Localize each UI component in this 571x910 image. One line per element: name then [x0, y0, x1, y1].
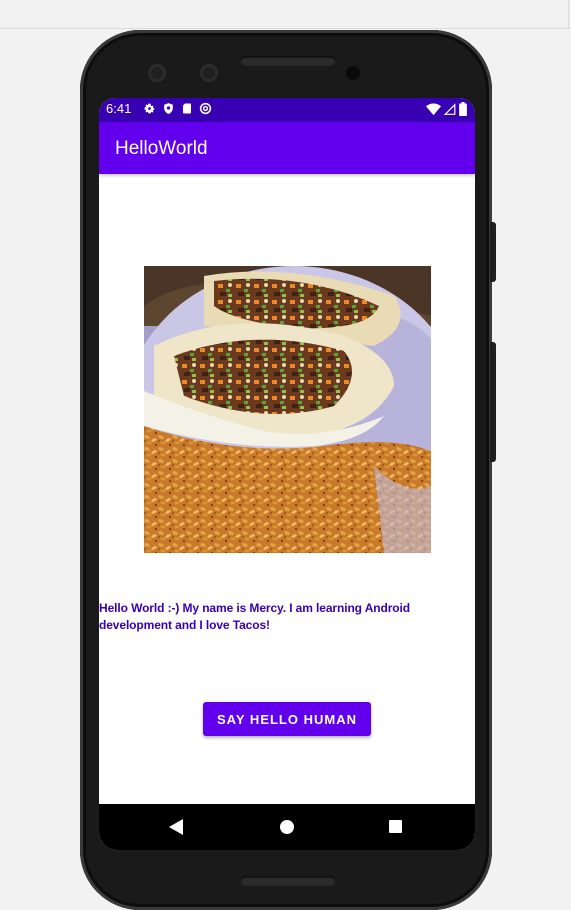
status-icons-left: [143, 102, 212, 115]
device-screen: 6:41 HelloWorld Hello World:-) My name …: [99, 98, 475, 850]
sd-card-icon: [183, 103, 191, 114]
home-icon[interactable]: [280, 820, 294, 834]
battery-icon: [459, 102, 467, 116]
recents-icon[interactable]: [389, 820, 402, 833]
app-bar: HelloWorld: [99, 122, 475, 174]
at-sign-icon: [199, 102, 212, 115]
navigation-bar: [99, 804, 475, 850]
status-time: 6:41: [106, 101, 132, 116]
signal-icon: [444, 102, 456, 115]
app-title: HelloWorld: [115, 138, 208, 159]
toolbar-divider: [0, 28, 571, 29]
bottom-speaker: [240, 876, 336, 886]
status-bar: 6:41: [99, 98, 475, 122]
back-icon[interactable]: [169, 819, 183, 835]
front-camera-icon: [200, 64, 218, 82]
wifi-icon: [426, 103, 441, 115]
tacos-image: [144, 266, 431, 553]
front-camera-icon: [148, 64, 166, 82]
power-button: [490, 342, 496, 462]
shield-icon: [164, 103, 173, 114]
say-hello-button[interactable]: SAY HELLO HUMAN: [203, 702, 371, 736]
status-icons-right: [426, 102, 467, 116]
gear-icon: [144, 103, 155, 114]
volume-button: [490, 222, 496, 282]
panel-divider: [568, 0, 569, 28]
hello-text: Hello World :-) My name is Mercy. I am l…: [99, 601, 410, 632]
earpiece-speaker: [240, 56, 336, 66]
proximity-sensor: [346, 66, 360, 80]
